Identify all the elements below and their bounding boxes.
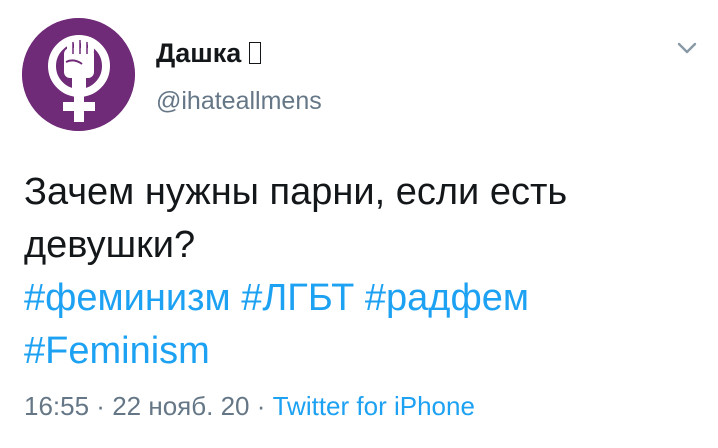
- meta-separator: ·: [89, 391, 113, 421]
- author-handle[interactable]: @ihateallmens: [156, 86, 322, 116]
- chevron-down-icon[interactable]: [674, 38, 700, 58]
- tweet-date[interactable]: 22 нояб. 20: [112, 391, 249, 421]
- tweet: Дашка @ihateallmens Зачем нужны парни, е…: [0, 0, 718, 448]
- hashtag-lgbt[interactable]: #ЛГБТ: [241, 277, 354, 319]
- tweet-text: Зачем нужны парни, если есть девушки? #ф…: [24, 166, 694, 378]
- avatar[interactable]: [22, 18, 135, 131]
- display-name[interactable]: Дашка: [156, 38, 241, 68]
- tweet-source[interactable]: Twitter for iPhone: [273, 391, 475, 421]
- hashtag-feminism-ru[interactable]: #феминизм: [24, 277, 231, 319]
- tweet-meta: 16:55 · 22 нояб. 20 · Twitter for iPhone: [24, 390, 475, 422]
- hashtag-line-1: #феминизм #ЛГБТ #радфем: [24, 272, 694, 325]
- author-name-row[interactable]: Дашка: [156, 38, 262, 68]
- feminist-fist-venus-icon: [22, 18, 135, 131]
- tweet-time[interactable]: 16:55: [24, 391, 89, 421]
- tweet-text-line-2: девушки?: [24, 224, 196, 266]
- emoji-placeholder-icon: [249, 42, 262, 64]
- hashtag-line-2: #Feminism: [24, 325, 694, 378]
- hashtag-radfem[interactable]: #радфем: [365, 277, 529, 319]
- meta-separator: ·: [249, 391, 273, 421]
- hashtag-feminism-en[interactable]: #Feminism: [24, 330, 210, 372]
- tweet-text-line-1: Зачем нужны парни, если есть: [24, 171, 568, 213]
